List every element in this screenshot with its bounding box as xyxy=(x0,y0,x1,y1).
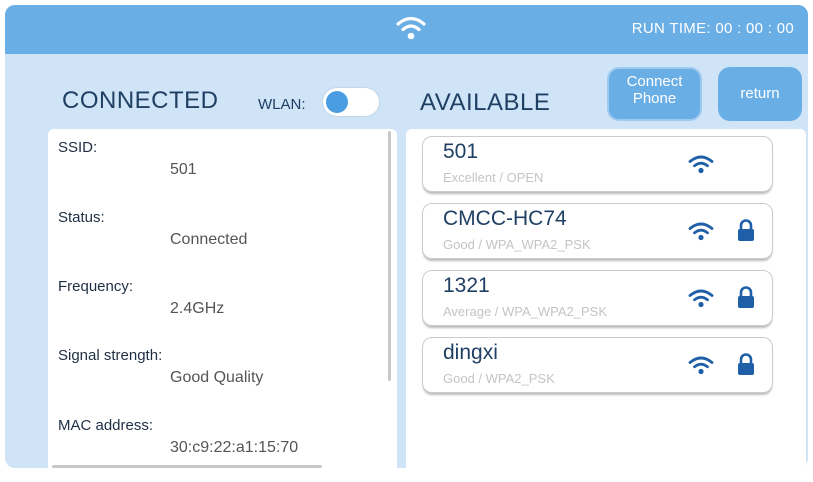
wifi-signal-icon xyxy=(688,155,714,174)
network-detail: Good / WPA2_PSK xyxy=(443,371,555,386)
info-value: Good Quality xyxy=(170,369,264,386)
network-item[interactable]: 501 Excellent / OPEN xyxy=(422,136,773,192)
network-detail: Good / WPA_WPA2_PSK xyxy=(443,237,591,252)
network-item[interactable]: 1321 Average / WPA_WPA2_PSK xyxy=(422,270,773,326)
network-ssid: dingxi xyxy=(443,341,498,364)
network-ssid: 501 xyxy=(443,140,479,163)
wlan-toggle[interactable] xyxy=(323,88,379,116)
wifi-icon xyxy=(396,16,426,40)
lock-icon xyxy=(738,353,754,375)
network-ssid: 1321 xyxy=(443,274,490,297)
wifi-signal-icon xyxy=(688,222,714,241)
available-networks-panel: 501 Excellent / OPEN CMCC-HC74 Good / WP… xyxy=(406,129,806,468)
info-status: Status: Connected xyxy=(58,209,387,249)
top-bar: RUN TIME: 00 : 00 : 00 xyxy=(5,5,808,54)
info-frequency: Frequency: 2.4GHz xyxy=(58,278,387,318)
info-mac-address: MAC address: 30:c9:22:a1:15:70 xyxy=(58,417,387,457)
connect-phone-button[interactable]: Connect Phone xyxy=(607,67,702,121)
run-time-readout: RUN TIME: 00 : 00 : 00 xyxy=(631,20,794,37)
connect-phone-label-line1: Connect xyxy=(626,73,683,90)
available-title: AVAILABLE xyxy=(420,89,551,116)
info-value: Connected xyxy=(170,231,248,248)
return-button[interactable]: return xyxy=(718,67,802,121)
network-detail: Average / WPA_WPA2_PSK xyxy=(443,304,608,319)
connected-title: CONNECTED xyxy=(62,87,219,114)
wlan-label: WLAN: xyxy=(258,96,306,113)
wlan-toggle-knob xyxy=(326,91,348,113)
network-detail: Excellent / OPEN xyxy=(443,170,544,185)
connect-phone-label-line2: Phone xyxy=(632,90,677,107)
wifi-signal-icon xyxy=(688,356,714,375)
network-item[interactable]: dingxi Good / WPA2_PSK xyxy=(422,337,773,393)
info-ssid: SSID: 501 xyxy=(58,139,387,179)
info-label: Signal strength: xyxy=(58,347,163,364)
info-label: SSID: xyxy=(58,139,98,156)
app-frame: RUN TIME: 00 : 00 : 00 CONNECTED WLAN: A… xyxy=(5,5,808,468)
info-value: 2.4GHz xyxy=(170,300,225,317)
horizontal-scrollbar[interactable] xyxy=(52,465,322,468)
connected-info-panel: SSID: 501 Status: Connected Frequency: 2… xyxy=(48,129,397,468)
info-label: MAC address: xyxy=(58,417,154,434)
lock-icon xyxy=(738,286,754,308)
lock-icon xyxy=(738,219,754,241)
network-item[interactable]: CMCC-HC74 Good / WPA_WPA2_PSK xyxy=(422,203,773,259)
info-value: 30:c9:22:a1:15:70 xyxy=(170,439,299,456)
info-value: 501 xyxy=(170,161,197,178)
network-ssid: CMCC-HC74 xyxy=(443,207,567,230)
wifi-signal-icon xyxy=(688,289,714,308)
info-signal-strength: Signal strength: Good Quality xyxy=(58,347,387,387)
vertical-scrollbar[interactable] xyxy=(388,131,391,381)
info-label: Status: xyxy=(58,209,105,226)
info-label: Frequency: xyxy=(58,278,134,295)
